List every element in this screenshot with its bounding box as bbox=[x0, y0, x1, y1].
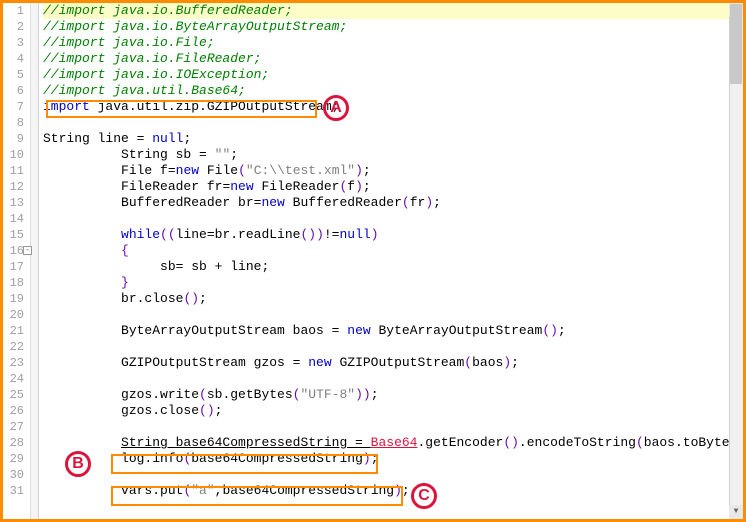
line-number: 19 bbox=[3, 291, 24, 307]
line-number: 25 bbox=[3, 387, 24, 403]
line-number: 15 bbox=[3, 227, 24, 243]
code-line: GZIPOutputStream gzos = new GZIPOutputSt… bbox=[43, 355, 743, 371]
code-line bbox=[43, 211, 743, 227]
code-line bbox=[43, 467, 743, 483]
line-number: 24 bbox=[3, 371, 24, 387]
fold-margin bbox=[31, 3, 39, 519]
code-line: sb= sb + line; bbox=[43, 259, 743, 275]
line-number: 11 bbox=[3, 163, 24, 179]
code-line: //import java.io.ByteArrayOutputStream; bbox=[43, 19, 743, 35]
line-number: 23 bbox=[3, 355, 24, 371]
annotation-label-a: A bbox=[323, 95, 349, 121]
code-line: vars.put("a",base64CompressedString); bbox=[43, 483, 743, 499]
line-number: 12 bbox=[3, 179, 24, 195]
scroll-down-icon[interactable]: ▼ bbox=[729, 505, 743, 519]
fold-toggle-icon[interactable]: - bbox=[23, 246, 32, 255]
code-line: //import java.io.IOException; bbox=[43, 67, 743, 83]
line-number: 14 bbox=[3, 211, 24, 227]
code-line bbox=[43, 371, 743, 387]
code-line: //import java.io.BufferedReader; bbox=[43, 3, 743, 19]
code-line: String line = null; bbox=[43, 131, 743, 147]
line-number: 27 bbox=[3, 419, 24, 435]
line-number: 7 bbox=[3, 99, 24, 115]
line-number: 2 bbox=[3, 19, 24, 35]
line-number: 31 bbox=[3, 483, 24, 499]
line-number: 30 bbox=[3, 467, 24, 483]
code-line: File f=new File("C:\\test.xml"); bbox=[43, 163, 743, 179]
line-number: 22 bbox=[3, 339, 24, 355]
code-line: BufferedReader br=new BufferedReader(fr)… bbox=[43, 195, 743, 211]
code-line: br.close(); bbox=[43, 291, 743, 307]
code-line: gzos.write(sb.getBytes("UTF-8")); bbox=[43, 387, 743, 403]
code-line: //import java.io.FileReader; bbox=[43, 51, 743, 67]
line-number: 3 bbox=[3, 35, 24, 51]
line-number-gutter: 1 2 3 4 5 6 7 8 9 10 11 12 13 14 15 16- … bbox=[3, 3, 31, 519]
code-line bbox=[43, 339, 743, 355]
line-number: 5 bbox=[3, 67, 24, 83]
line-number: 29 bbox=[3, 451, 24, 467]
code-line: //import java.util.Base64; bbox=[43, 83, 743, 99]
line-number: 26 bbox=[3, 403, 24, 419]
line-number: 4 bbox=[3, 51, 24, 67]
code-line bbox=[43, 115, 743, 131]
code-line: ByteArrayOutputStream baos = new ByteArr… bbox=[43, 323, 743, 339]
line-number: 6 bbox=[3, 83, 24, 99]
line-number: 21 bbox=[3, 323, 24, 339]
line-number: 16- bbox=[3, 243, 24, 259]
code-line: String sb = ""; bbox=[43, 147, 743, 163]
code-line: FileReader fr=new FileReader(f); bbox=[43, 179, 743, 195]
code-line: import java.util.zip.GZIPOutputStream; bbox=[43, 99, 743, 115]
line-number: 18 bbox=[3, 275, 24, 291]
code-line: gzos.close(); bbox=[43, 403, 743, 419]
line-number: 8 bbox=[3, 115, 24, 131]
code-line: } bbox=[43, 275, 743, 291]
line-number: 20 bbox=[3, 307, 24, 323]
line-number: 13 bbox=[3, 195, 24, 211]
vertical-scrollbar[interactable]: ▲ ▼ bbox=[729, 3, 743, 519]
code-line: log.info(base64CompressedString); bbox=[43, 451, 743, 467]
code-line: //import java.io.File; bbox=[43, 35, 743, 51]
code-line bbox=[43, 307, 743, 323]
code-line: while((line=br.readLine())!=null) bbox=[43, 227, 743, 243]
code-line: { bbox=[43, 243, 743, 259]
code-area[interactable]: //import java.io.BufferedReader; //impor… bbox=[39, 3, 743, 519]
annotation-label-c: C bbox=[411, 483, 437, 509]
line-number: 10 bbox=[3, 147, 24, 163]
code-editor: 1 2 3 4 5 6 7 8 9 10 11 12 13 14 15 16- … bbox=[3, 3, 743, 519]
scroll-thumb[interactable] bbox=[730, 4, 742, 84]
annotation-label-b: B bbox=[65, 451, 91, 477]
line-number: 17 bbox=[3, 259, 24, 275]
code-line bbox=[43, 419, 743, 435]
code-line: String base64CompressedString = Base64.g… bbox=[43, 435, 743, 451]
line-number: 9 bbox=[3, 131, 24, 147]
line-number: 28 bbox=[3, 435, 24, 451]
line-number: 1 bbox=[3, 3, 24, 19]
